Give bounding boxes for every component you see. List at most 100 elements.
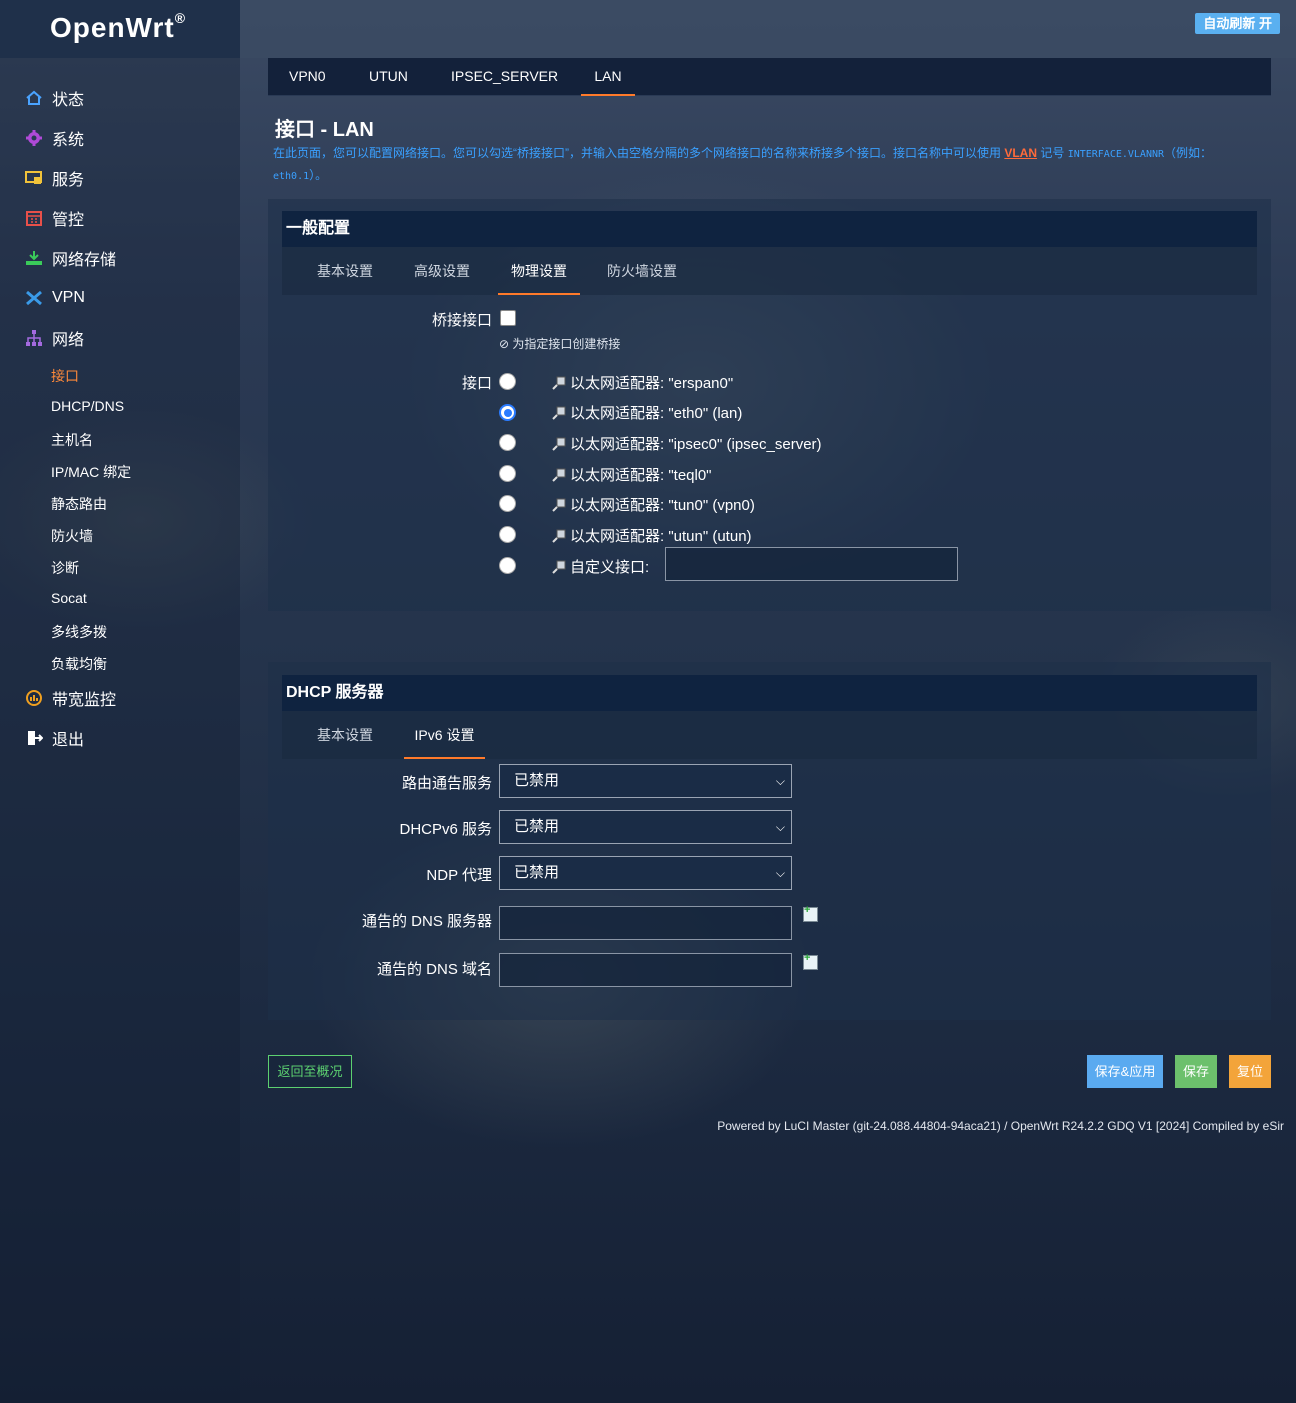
ethernet-adapter-icon <box>552 529 566 543</box>
ethernet-adapter-icon <box>552 498 566 512</box>
vpn-icon <box>24 288 44 308</box>
router-advert-label: 路由通告服务 <box>401 775 492 792</box>
sidebar-item-label: 系统 <box>52 132 85 149</box>
sidebar-subitem-multi-dial[interactable]: 多线多拨 <box>51 622 107 642</box>
tab-firewall-settings[interactable]: 防火墙设置 <box>607 259 677 295</box>
ethernet-adapter-icon <box>552 437 566 451</box>
add-entry-icon[interactable] <box>803 904 818 922</box>
brand-name: OpenWrt <box>50 12 175 43</box>
interface-option-eth0: 以太网适配器: "eth0" (lan) <box>552 402 742 423</box>
gear-icon <box>24 128 44 148</box>
interface-radio-eth0[interactable] <box>499 404 516 421</box>
services-icon <box>24 168 44 188</box>
announced-dns-domains-input[interactable] <box>499 953 792 987</box>
help-icon: ⊘ <box>499 337 513 351</box>
page-title: 接口 - LAN <box>275 119 374 141</box>
ethernet-adapter-icon <box>552 376 566 390</box>
sidebar-item-logout[interactable]: 退出 <box>24 726 84 750</box>
add-entry-icon[interactable] <box>803 952 818 970</box>
vlan-link[interactable]: VLAN <box>1004 146 1037 160</box>
interface-tabs: VPN0 UTUN IPSEC_SERVER LAN <box>268 58 1271 96</box>
router-advert-select[interactable]: 已禁用 ⌵ <box>499 764 792 798</box>
sidebar-item-bandwidth[interactable]: 带宽监控 <box>24 686 116 710</box>
brand-mark: ® <box>174 9 187 26</box>
dhcpv6-service-label: DHCPv6 服务 <box>399 821 492 838</box>
general-config-tabs: 基本设置 高级设置 物理设置 防火墙设置 <box>282 247 1257 295</box>
interface-label: 接口 <box>461 375 492 392</box>
sidebar-item-status[interactable]: 状态 <box>24 86 84 110</box>
sidebar-item-control[interactable]: 管控 <box>24 206 84 230</box>
control-icon <box>24 208 44 228</box>
sidebar-item-label: 服务 <box>52 172 85 189</box>
tab-basic-settings[interactable]: 基本设置 <box>317 259 373 295</box>
sidebar-item-services[interactable]: 服务 <box>24 166 84 190</box>
bridge-interfaces-hint: ⊘ 为指定接口创建桥接 <box>499 337 621 351</box>
save-apply-button[interactable]: 保存&应用 <box>1087 1055 1163 1088</box>
bridge-interfaces-checkbox[interactable] <box>500 310 516 326</box>
bandwidth-icon <box>24 688 44 708</box>
interface-radio-tun0[interactable] <box>499 495 516 512</box>
interface-radio-erspan0[interactable] <box>499 373 516 390</box>
sidebar-subitem-hostnames[interactable]: 主机名 <box>51 430 93 450</box>
header: OpenWrt® 自动刷新 开 <box>0 0 1296 58</box>
sidebar-item-label: 管控 <box>52 212 85 229</box>
sidebar-subitem-interfaces[interactable]: 接口 <box>51 366 79 386</box>
ndp-proxy-select[interactable]: 已禁用 ⌵ <box>499 856 792 890</box>
announced-dns-servers-input[interactable] <box>499 906 792 940</box>
dhcpv6-service-select[interactable]: 已禁用 ⌵ <box>499 810 792 844</box>
footer-text: Powered by LuCI Master (git-24.088.44804… <box>717 1119 1284 1133</box>
sidebar-item-vpn[interactable]: VPN <box>24 286 85 310</box>
sidebar-item-label: VPN <box>52 289 85 306</box>
interface-option-utun: 以太网适配器: "utun" (utun) <box>552 525 752 546</box>
sidebar-subitem-ip-mac-binding[interactable]: IP/MAC 绑定 <box>51 462 131 482</box>
sidebar-subitem-static-routes[interactable]: 静态路由 <box>51 494 107 514</box>
ethernet-adapter-icon <box>552 468 566 482</box>
tab-physical-settings[interactable]: 物理设置 <box>498 259 580 295</box>
chevron-down-icon: ⌵ <box>775 820 785 834</box>
network-icon <box>24 328 44 348</box>
sidebar-item-network[interactable]: 网络 <box>24 326 84 350</box>
tab-dhcp-basic-settings[interactable]: 基本设置 <box>317 723 373 759</box>
interface-radio-ipsec0[interactable] <box>499 434 516 451</box>
save-button[interactable]: 保存 <box>1175 1055 1217 1088</box>
tab-ipv6-settings[interactable]: IPv6 设置 <box>404 723 485 759</box>
tab-ipsec-server[interactable]: IPSEC_SERVER <box>451 58 558 96</box>
sidebar-item-label: 退出 <box>52 732 85 749</box>
section-title: 一般配置 <box>282 211 1257 247</box>
interface-option-custom: 自定义接口: <box>552 556 649 577</box>
dhcp-tabs: 基本设置 IPv6 设置 <box>282 711 1257 759</box>
tab-advanced-settings[interactable]: 高级设置 <box>414 259 470 295</box>
chevron-down-icon: ⌵ <box>775 866 785 880</box>
interface-radio-utun[interactable] <box>499 526 516 543</box>
interface-option-ipsec0: 以太网适配器: "ipsec0" (ipsec_server) <box>552 433 822 454</box>
announced-dns-domains-label: 通告的 DNS 域名 <box>376 961 492 978</box>
page-description: 在此页面，您可以配置网络接口。您可以勾选“桥接接口”，并输入由空格分隔的多个网络… <box>273 146 1213 182</box>
interface-radio-custom[interactable] <box>499 557 516 574</box>
section-title: DHCP 服务器 <box>282 675 1257 711</box>
sidebar-item-storage[interactable]: 网络存储 <box>24 246 116 270</box>
back-to-overview-button[interactable]: 返回至概况 <box>268 1055 352 1088</box>
logout-icon <box>24 728 44 748</box>
bridge-interfaces-label: 桥接接口 <box>431 312 492 329</box>
sidebar-item-label: 带宽监控 <box>52 692 117 709</box>
sidebar-subitem-dhcp-dns[interactable]: DHCP/DNS <box>51 398 124 414</box>
sidebar-subitem-socat[interactable]: Socat <box>51 590 87 606</box>
sidebar-subitem-diagnostics[interactable]: 诊断 <box>51 558 79 578</box>
auto-refresh-toggle[interactable]: 自动刷新 开 <box>1195 13 1280 34</box>
chevron-down-icon: ⌵ <box>775 774 785 788</box>
storage-icon <box>24 248 44 268</box>
ethernet-adapter-icon <box>552 406 566 420</box>
sidebar-subitem-load-balance[interactable]: 负载均衡 <box>51 654 107 674</box>
sidebar-item-label: 网络 <box>52 332 85 349</box>
tab-lan[interactable]: LAN <box>581 58 635 96</box>
brand-logo[interactable]: OpenWrt® <box>0 0 240 58</box>
reset-button[interactable]: 复位 <box>1229 1055 1271 1088</box>
tab-vpn0[interactable]: VPN0 <box>289 58 326 96</box>
custom-interface-input[interactable] <box>665 547 958 581</box>
interface-option-erspan0: 以太网适配器: "erspan0" <box>552 372 733 393</box>
sidebar-item-label: 状态 <box>52 92 85 109</box>
sidebar-subitem-firewall[interactable]: 防火墙 <box>51 526 93 546</box>
interface-radio-teql0[interactable] <box>499 465 516 482</box>
tab-utun[interactable]: UTUN <box>369 58 408 96</box>
sidebar-item-system[interactable]: 系统 <box>24 126 84 150</box>
